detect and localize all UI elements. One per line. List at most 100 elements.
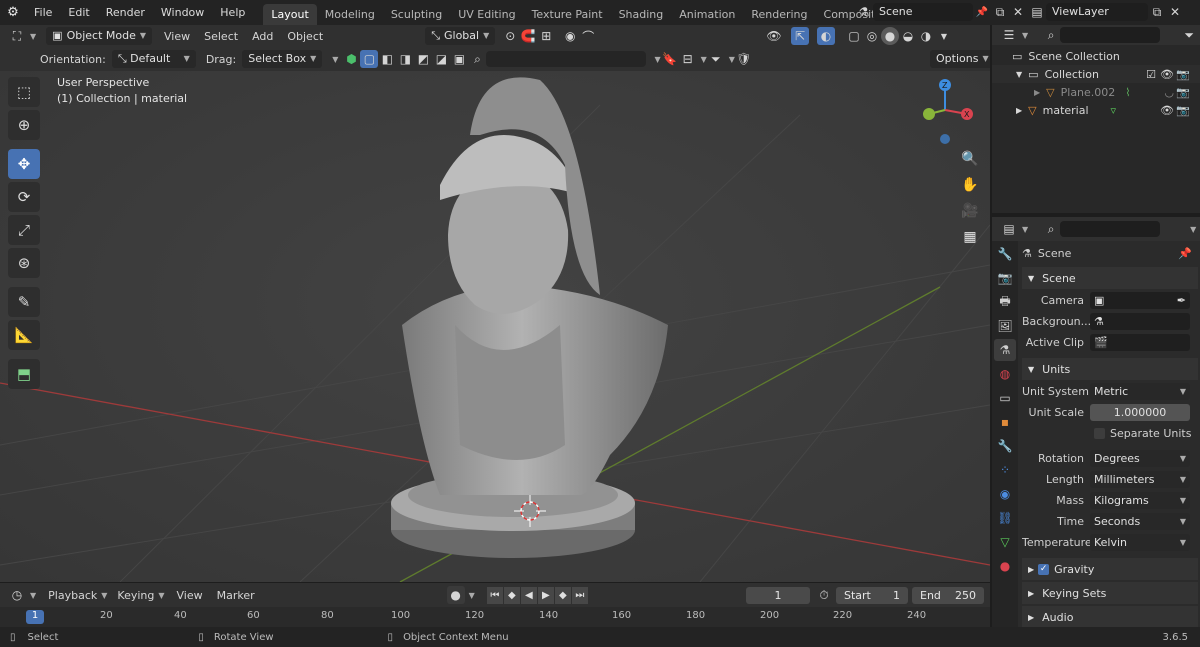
marker-menu[interactable]: Marker bbox=[217, 589, 255, 602]
play-reverse-icon[interactable]: ◀ bbox=[520, 586, 537, 604]
end-frame-field[interactable]: End 250 bbox=[912, 587, 984, 604]
chevron-down-icon[interactable]: ▼ bbox=[1022, 31, 1028, 40]
current-frame-field[interactable]: 1 bbox=[746, 587, 810, 604]
camera-icon[interactable]: 📷 bbox=[1176, 68, 1190, 81]
snap-target-icon[interactable]: ⊞ bbox=[537, 27, 555, 45]
tab-shading[interactable]: Shading bbox=[611, 4, 672, 25]
shield-icon[interactable]: 🛡 bbox=[735, 50, 753, 68]
transform-tool-icon[interactable]: ⊛ bbox=[8, 248, 40, 278]
proportional-edit-icon[interactable]: ◉ bbox=[561, 27, 579, 45]
editor-type-icon[interactable]: ⛶ bbox=[8, 27, 26, 45]
visibility-icon[interactable]: 👁 bbox=[765, 27, 783, 45]
tab-layout[interactable]: Layout bbox=[263, 4, 317, 25]
modifier-tab-icon[interactable]: 🔧 bbox=[994, 435, 1016, 457]
particles-tab-icon[interactable]: ⁘ bbox=[994, 459, 1016, 481]
chevron-down-icon[interactable]: ▼ bbox=[1190, 225, 1196, 234]
select-extend-icon[interactable]: ◧ bbox=[378, 50, 396, 68]
wireframe-shading-icon[interactable]: ◎ bbox=[863, 27, 881, 45]
panel-gravity-header[interactable]: ▶ ✓ Gravity bbox=[1022, 558, 1198, 580]
cursor-tool-icon[interactable]: ⊕ bbox=[8, 110, 40, 140]
tab-texture-paint[interactable]: Texture Paint bbox=[524, 4, 611, 25]
separate-units-checkbox[interactable] bbox=[1094, 427, 1105, 439]
object-tab-icon[interactable]: ▪ bbox=[994, 411, 1016, 433]
tab-uv-editing[interactable]: UV Editing bbox=[450, 4, 523, 25]
material-tab-icon[interactable]: ● bbox=[994, 555, 1016, 577]
gizmo-neg-z-axis[interactable] bbox=[940, 134, 950, 144]
annotate-tool-icon[interactable]: ✎ bbox=[8, 287, 40, 317]
mass-dropdown[interactable]: Kilograms ▼ bbox=[1090, 491, 1190, 509]
timeline-ruler[interactable]: 1 20 40 60 80 100 120 140 160 180 200 22… bbox=[0, 607, 990, 627]
outliner-row-collection[interactable]: ▼ ▭ Collection ☑ 👁 📷 bbox=[992, 65, 1200, 83]
viewport-search-input[interactable] bbox=[486, 51, 647, 67]
tab-modeling[interactable]: Modeling bbox=[317, 4, 383, 25]
eye-closed-icon[interactable]: ◡ bbox=[1164, 86, 1174, 99]
world-tab-icon[interactable]: ◍ bbox=[994, 363, 1016, 385]
output-tab-icon[interactable]: 🖶 bbox=[994, 291, 1016, 313]
pivot-point-icon[interactable]: ⊙ bbox=[501, 27, 519, 45]
jump-start-icon[interactable]: ⏮ bbox=[486, 586, 503, 604]
outliner-row-material[interactable]: ▶ ▽ material ▿ 👁 📷 bbox=[992, 101, 1200, 119]
pan-hand-icon[interactable]: ✋ bbox=[958, 173, 982, 197]
menu-render[interactable]: Render bbox=[98, 0, 153, 25]
editor-type-icon[interactable]: ☰ bbox=[1000, 26, 1018, 44]
menu-file[interactable]: File bbox=[26, 0, 60, 25]
panel-keying-sets-header[interactable]: ▶ Keying Sets bbox=[1022, 582, 1198, 604]
expand-arrow-icon[interactable]: ▶ bbox=[1034, 88, 1040, 97]
time-dropdown[interactable]: Seconds ▼ bbox=[1090, 512, 1190, 530]
mode-dropdown[interactable]: ▣ Object Mode ▼ bbox=[46, 27, 153, 45]
perspective-grid-icon[interactable]: ▦ bbox=[958, 225, 982, 249]
prev-keyframe-icon[interactable]: ◆ bbox=[503, 586, 520, 604]
falloff-icon[interactable]: ⌒ bbox=[579, 27, 597, 45]
camera-icon[interactable]: 📷 bbox=[1176, 86, 1190, 99]
start-frame-field[interactable]: Start 1 bbox=[836, 587, 908, 604]
tab-sculpting[interactable]: Sculpting bbox=[383, 4, 450, 25]
keying-menu[interactable]: Keying ▼ bbox=[117, 589, 164, 602]
expand-arrow-icon[interactable]: ▶ bbox=[1016, 106, 1022, 115]
chevron-down-icon[interactable]: ▼ bbox=[332, 55, 338, 64]
unit-scale-field[interactable]: 1.000000 bbox=[1090, 403, 1190, 421]
view-layer-icon[interactable]: ▤ bbox=[1028, 3, 1046, 21]
camera-icon[interactable]: 📷 bbox=[1176, 104, 1190, 117]
chevron-down-icon[interactable]: ▼ bbox=[469, 591, 475, 600]
temperature-dropdown[interactable]: Kelvin ▼ bbox=[1090, 533, 1190, 551]
drag-dropdown[interactable]: Select Box ▼ bbox=[242, 50, 323, 68]
pin-icon[interactable]: 📌 bbox=[973, 3, 991, 21]
gizmo-toggle-icon[interactable]: ⇱ bbox=[791, 27, 809, 45]
render-tab-icon[interactable]: 📷 bbox=[994, 267, 1016, 289]
transform-orientation-dropdown[interactable]: ⤡ Global ▼ bbox=[425, 27, 496, 45]
collection-tab-icon[interactable]: ▭ bbox=[994, 387, 1016, 409]
view-layer-tab-icon[interactable]: 🖼 bbox=[994, 315, 1016, 337]
active-clip-field[interactable]: 🎬 bbox=[1090, 333, 1190, 351]
collection-filter-icon[interactable]: ⊟ bbox=[679, 50, 697, 68]
chevron-down-icon[interactable]: ▼ bbox=[1022, 225, 1028, 234]
filter-icon[interactable]: ⏷ bbox=[1180, 26, 1198, 44]
delete-scene-icon[interactable]: ✕ bbox=[1009, 3, 1027, 21]
zoom-icon[interactable]: 🔍 bbox=[958, 147, 982, 171]
outliner-row-plane[interactable]: ▶ ▽ Plane.002 ⌇ ◡ 📷 bbox=[992, 83, 1200, 101]
menu-window[interactable]: Window bbox=[153, 0, 212, 25]
bookmark-icon[interactable]: 🔖 bbox=[661, 50, 679, 68]
gizmo-y-axis[interactable] bbox=[923, 108, 935, 120]
outliner-scene-collection[interactable]: ▭ Scene Collection bbox=[992, 47, 1200, 65]
panel-audio-header[interactable]: ▶ Audio bbox=[1022, 606, 1198, 627]
expand-arrow-icon[interactable]: ▼ bbox=[1016, 70, 1022, 79]
tool-tab-icon[interactable]: 🔧 bbox=[994, 243, 1016, 265]
rotation-dropdown[interactable]: Degrees ▼ bbox=[1090, 449, 1190, 467]
new-scene-icon[interactable]: ⧉ bbox=[991, 3, 1009, 21]
next-keyframe-icon[interactable]: ◆ bbox=[554, 586, 571, 604]
overlays-toggle-icon[interactable]: ◐ bbox=[817, 27, 835, 45]
scene-icon[interactable]: ⚗ bbox=[855, 3, 873, 21]
timeline-view-menu[interactable]: View bbox=[177, 589, 203, 602]
background-field[interactable]: ⚗ bbox=[1090, 312, 1190, 330]
material-shading-icon[interactable]: ◒ bbox=[899, 27, 917, 45]
playhead[interactable]: 1 bbox=[26, 610, 44, 624]
eye-icon[interactable]: 👁 bbox=[1160, 68, 1174, 81]
physics-tab-icon[interactable]: ◉ bbox=[994, 483, 1016, 505]
tab-rendering[interactable]: Rendering bbox=[743, 4, 815, 25]
properties-search-input[interactable] bbox=[1060, 221, 1161, 237]
menu-object[interactable]: Object bbox=[287, 30, 323, 43]
panel-scene-header[interactable]: ▼ Scene bbox=[1022, 267, 1198, 289]
snap-icon[interactable]: 🧲 bbox=[519, 27, 537, 45]
select-subtract-icon[interactable]: ◨ bbox=[396, 50, 414, 68]
checkbox-icon[interactable]: ☑ bbox=[1146, 68, 1156, 81]
